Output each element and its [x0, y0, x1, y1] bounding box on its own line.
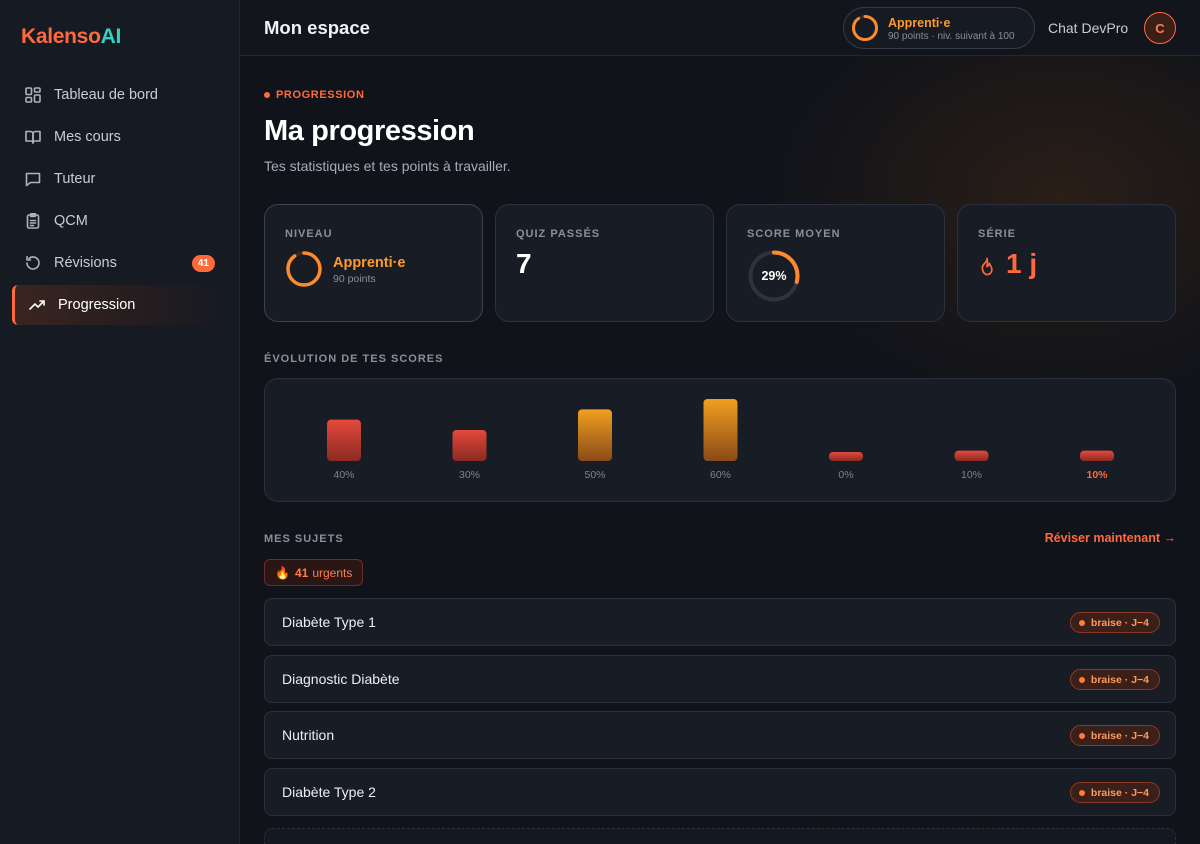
level-detail: 90 points · niv. suivant à 100 — [888, 31, 1015, 42]
top-header: Mon espace Apprenti·e 90 points · niv. s… — [240, 0, 1200, 56]
revisions-count-badge: 41 — [191, 255, 215, 272]
sidebar-item-revisions[interactable]: Révisions 41 — [12, 243, 228, 283]
chart-bar — [829, 452, 863, 461]
refresh-icon — [24, 254, 42, 272]
sidebar-item-label: Progression — [58, 297, 136, 313]
streak-value: 1 j — [1006, 248, 1038, 279]
subject-name: Diabète Type 1 — [282, 614, 376, 630]
flame-icon — [981, 257, 993, 276]
page-eyebrow: PROGRESSION — [264, 89, 365, 101]
chart-bar-label: 50% — [584, 469, 605, 481]
chart-section-label: ÉVOLUTION DE TES SCORES — [264, 353, 444, 365]
chart-bar — [452, 430, 487, 461]
level-name: Apprenti·e — [888, 16, 951, 30]
subject-row[interactable]: Diabète Type 2 braise · J−4 — [264, 768, 1176, 816]
page-subtitle: Tes statistiques et tes points à travail… — [264, 158, 511, 174]
score-value: 29% — [761, 269, 787, 283]
more-subjects-row[interactable] — [264, 828, 1176, 844]
subjects-section-label: MES SUJETS — [264, 533, 344, 545]
trend-icon — [28, 296, 46, 314]
user-name[interactable]: Chat DevPro — [1048, 20, 1128, 36]
eyebrow-dot-icon — [264, 92, 270, 98]
subject-row[interactable]: Diagnostic Diabète braise · J−4 — [264, 655, 1176, 703]
chart-bar-label: 10% — [961, 469, 982, 481]
sidebar-item-qcm[interactable]: QCM — [12, 201, 228, 241]
score-chart: 40% 30% 50% 60% 0% 10% 10% — [264, 378, 1176, 502]
avatar[interactable]: C — [1144, 12, 1176, 44]
sidebar-item-progression[interactable]: Progression — [12, 285, 228, 325]
subject-status-badge: braise · J−4 — [1069, 725, 1160, 746]
review-now-link[interactable]: Réviser maintenant → — [1045, 531, 1176, 545]
chart-bar — [578, 409, 612, 461]
subject-status-badge: braise · J−4 — [1069, 782, 1160, 803]
sidebar-item-label: QCM — [54, 213, 88, 229]
subject-row[interactable]: Diabète Type 1 braise · J−4 — [264, 598, 1176, 646]
main-content: PROGRESSION Ma progression Tes statistiq… — [240, 56, 1200, 844]
chart-bar — [1080, 450, 1114, 461]
subject-name: Diabète Type 2 — [282, 784, 376, 800]
level-value: Apprenti·e — [333, 255, 406, 271]
stat-label: SCORE MOYEN — [747, 228, 841, 240]
stat-card-streak: SÉRIE 1 j — [957, 204, 1176, 322]
urgent-label: urgents — [312, 565, 353, 580]
chart-bar — [954, 450, 989, 461]
sidebar-item-courses[interactable]: Mes cours — [12, 117, 228, 157]
stat-label: SÉRIE — [978, 228, 1017, 240]
subject-name: Nutrition — [282, 727, 335, 743]
stat-label: QUIZ PASSÉS — [516, 228, 601, 240]
stat-card-level: NIVEAU Apprenti·e 90 points — [264, 204, 483, 322]
chart-bar-label: 10% — [1086, 469, 1108, 481]
sidebar-item-tutor[interactable]: Tuteur — [12, 159, 228, 199]
status-dot-icon — [1078, 789, 1085, 796]
stat-card-quizzes: QUIZ PASSÉS 7 — [495, 204, 714, 322]
status-dot-icon — [1078, 676, 1085, 683]
subject-name: Diagnostic Diabète — [282, 671, 400, 687]
sidebar-item-label: Tuteur — [54, 171, 96, 187]
chart-bar — [703, 399, 738, 461]
stat-label: NIVEAU — [285, 228, 333, 240]
status-dot-icon — [1078, 619, 1085, 626]
sidebar-item-label: Révisions — [54, 255, 117, 271]
urgent-filter-chip[interactable]: 🔥 41 urgents — [264, 559, 364, 586]
clipboard-icon — [24, 212, 42, 230]
brand-logo[interactable]: KalensoAI — [21, 25, 121, 49]
subject-row[interactable]: Nutrition braise · J−4 — [264, 711, 1176, 759]
quizzes-value: 7 — [516, 248, 532, 279]
book-icon — [24, 128, 42, 146]
chat-icon — [24, 170, 42, 188]
chart-bar-label: 0% — [838, 469, 853, 481]
level-pill[interactable]: Apprenti·e 90 points · niv. suivant à 10… — [843, 7, 1035, 49]
status-dot-icon — [1078, 732, 1085, 739]
chart-bar-label: 60% — [710, 469, 731, 481]
sidebar-item-label: Tableau de bord — [54, 87, 158, 103]
sidebar-item-label: Mes cours — [54, 129, 121, 145]
stat-card-score: SCORE MOYEN 29% — [726, 204, 945, 322]
header-title: Mon espace — [264, 17, 370, 38]
subject-status-badge: braise · J−4 — [1069, 612, 1160, 633]
chart-bar-label: 30% — [459, 469, 480, 481]
page-title: Ma progression — [264, 115, 475, 147]
urgent-count: 41 — [294, 565, 309, 580]
sidebar-nav: Tableau de bord Mes cours Tuteur QCM Rév… — [12, 75, 228, 327]
subject-status-badge: braise · J−4 — [1069, 669, 1160, 690]
level-ring-icon — [852, 15, 878, 41]
dashboard-icon — [24, 86, 42, 104]
level-points: 90 points — [333, 273, 376, 285]
sidebar: KalensoAI Tableau de bord Mes cours Tute… — [0, 0, 240, 844]
level-progress-ring-icon — [286, 251, 322, 287]
score-chart-svg: 40% 30% 50% 60% 0% 10% 10% — [327, 399, 1114, 481]
fire-icon: 🔥 — [275, 565, 290, 580]
sidebar-item-dashboard[interactable]: Tableau de bord — [12, 75, 228, 115]
chart-bar-label: 40% — [333, 469, 354, 481]
chart-bar — [327, 419, 361, 461]
